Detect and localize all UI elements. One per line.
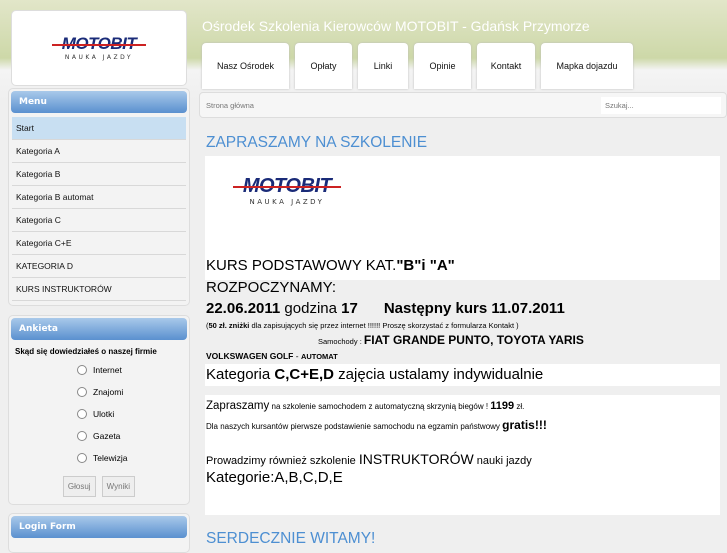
breadcrumb-bar: Strona główna (199, 92, 727, 118)
login-title: Login Form (11, 516, 187, 538)
nav-oplaty[interactable]: Opłaty (295, 43, 352, 89)
poll-title: Ankieta (11, 318, 187, 340)
instructors-line: Prowadzimy również szkolenie INSTRUKTORÓ… (206, 451, 532, 467)
course-title: KURS PODSTAWOWY KAT."B"i "A" (206, 257, 455, 274)
menu-item[interactable]: KATEGORIA D (12, 255, 186, 278)
nav-opinie[interactable]: Opinie (414, 43, 471, 89)
radio-button[interactable] (77, 409, 87, 419)
logo-subtitle: NAUKA JAZDY (249, 198, 325, 206)
category-line: Kategoria C,C+E,D zajęcia ustalamy indyw… (206, 366, 544, 383)
logo-subtitle: NAUKA JAZDY (64, 53, 134, 61)
welcome-heading: SERDECZNIE WITAMY! (206, 530, 376, 547)
gratis-line: Dla naszych kursantów pierwsze podstawie… (206, 418, 547, 432)
breadcrumb[interactable]: Strona główna (206, 101, 254, 110)
menu-title: Menu (11, 91, 187, 113)
cars-line: Samochody : FIAT GRANDE PUNTO, TOYOTA YA… (318, 333, 584, 347)
course-dates: 22.06.2011 godzina 17 Następny kurs 11.07… (206, 300, 565, 317)
automat-line: Zapraszamy na szkolenie samochodem z aut… (206, 400, 525, 412)
poll-option[interactable]: Znajomi (77, 384, 189, 400)
menu-item[interactable]: Kategoria C (12, 209, 186, 232)
menu-item[interactable]: Kategoria B automat (12, 186, 186, 209)
course-start-label: ROZPOCZYNAMY: (206, 279, 337, 296)
radio-button[interactable] (77, 453, 87, 463)
menu-item-start[interactable]: Start (12, 117, 186, 140)
radio-button[interactable] (77, 431, 87, 441)
login-panel: Login Form (8, 513, 190, 553)
menu-item[interactable]: KURS INSTRUKTORÓW (12, 278, 186, 301)
poll-option[interactable]: Gazeta (77, 428, 189, 444)
option-label: Telewizja (93, 453, 128, 463)
logo-text: MOTOBIT (51, 33, 146, 53)
golf-line: VOLKSWAGEN GOLF - AUTOMAT (206, 351, 338, 361)
vote-button[interactable]: Głosuj (62, 476, 96, 497)
results-button[interactable]: Wyniki (101, 476, 136, 497)
main-nav: Nasz Ośrodek Opłaty Linki Opinie Kontakt… (202, 43, 639, 89)
discount-note: (50 zł. zniżki dla zapisujących się prze… (206, 321, 519, 330)
poll-panel: Ankieta Skąd się dowiedziałeś o naszej f… (8, 315, 190, 505)
option-label: Znajomi (93, 387, 124, 397)
option-label: Ulotki (93, 409, 115, 419)
page-heading: ZAPRASZAMY NA SZKOLENIE (206, 134, 428, 151)
nav-mapka-dojazdu[interactable]: Mapka dojazdu (541, 43, 633, 89)
search-input[interactable] (601, 97, 721, 114)
menu-item[interactable]: Kategoria B (12, 163, 186, 186)
poll-option[interactable]: Ulotki (77, 406, 189, 422)
option-label: Internet (93, 365, 122, 375)
content-logo: MOTOBIT NAUKA JAZDY (222, 175, 352, 206)
poll-question: Skąd się dowiedziałeś o naszej firmie (15, 347, 157, 356)
site-title: Ośrodek Szkolenia Kierowców MOTOBIT - Gd… (202, 18, 590, 34)
instructor-categories: Kategorie:A,B,C,D,E (206, 469, 343, 486)
nav-kontakt[interactable]: Kontakt (477, 43, 535, 89)
option-label: Gazeta (93, 431, 121, 441)
poll-option[interactable]: Telewizja (77, 450, 189, 466)
logo-text: MOTOBIT (232, 175, 342, 197)
radio-button[interactable] (77, 387, 87, 397)
menu-panel: Menu Start Kategoria A Kategoria B Kateg… (8, 88, 190, 306)
radio-button[interactable] (77, 365, 87, 375)
poll-option[interactable]: Internet (77, 362, 189, 378)
nav-nasz-osrodek[interactable]: Nasz Ośrodek (202, 43, 289, 89)
site-logo[interactable]: MOTOBIT NAUKA JAZDY (11, 10, 187, 86)
nav-linki[interactable]: Linki (358, 43, 408, 89)
menu-item[interactable]: Kategoria C+E (12, 232, 186, 255)
menu-item[interactable]: Kategoria A (12, 140, 186, 163)
